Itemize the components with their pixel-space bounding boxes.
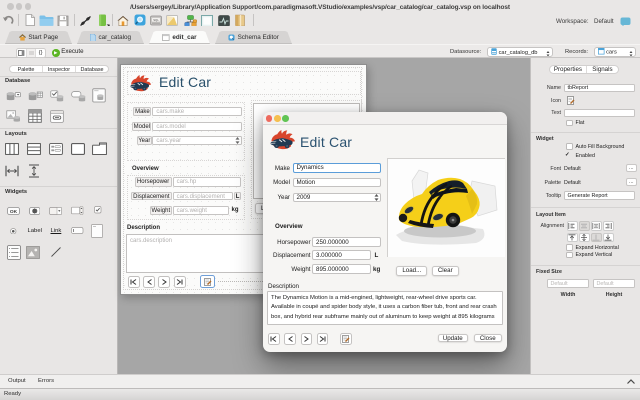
svg-text:SQL: SQL [153,18,159,22]
svg-text:OK: OK [9,209,17,215]
